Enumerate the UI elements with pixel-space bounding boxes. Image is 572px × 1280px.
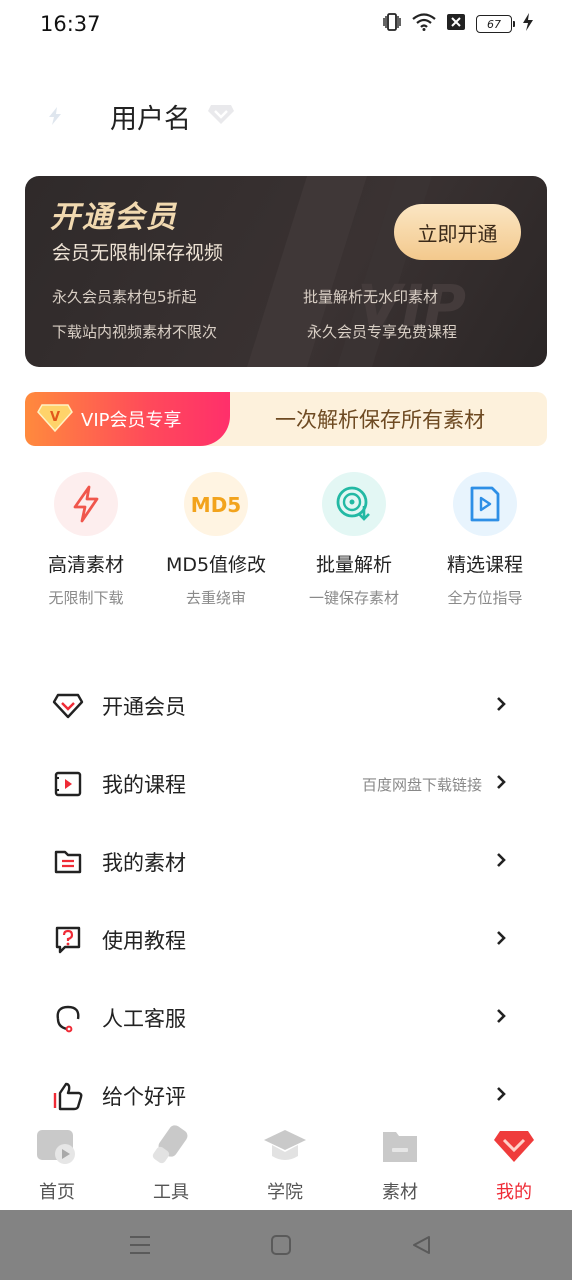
graduation-cap-icon: [261, 1124, 309, 1168]
chevron-right-icon: [497, 697, 506, 711]
feature-grid: 高清素材 无限制下载 MD5 MD5值修改 去重绕审 批量解析 一键保存素材 精…: [0, 470, 572, 620]
vip-card[interactable]: VIP 开通会员 会员无限制保存视频 立即开通 永久会员素材包5折起 批量解析无…: [25, 176, 547, 367]
md5-icon: MD5: [184, 472, 248, 536]
folder-tab-icon: [376, 1124, 424, 1168]
menu-label: 人工客服: [102, 1007, 186, 1031]
menu-item-activate-vip[interactable]: 开通会员: [0, 666, 572, 744]
bottom-tab-bar: 首页 工具 学院 素材 我的: [0, 1118, 572, 1210]
menu-label: 我的课程: [102, 773, 186, 797]
lightning-icon: [54, 472, 118, 536]
headset-icon: [52, 1002, 84, 1034]
status-bar: 16:37 67: [0, 0, 572, 52]
feature-title: 批量解析: [315, 554, 392, 576]
video-course-icon: [453, 472, 517, 536]
feature-subtitle: 无限制下载: [48, 589, 124, 607]
tab-label: 素材: [382, 1182, 418, 1203]
tab-label: 首页: [39, 1182, 75, 1203]
feature-subtitle: 一键保存素材: [308, 589, 399, 607]
menu-item-tutorial[interactable]: 使用教程: [0, 900, 572, 978]
vip-banner-text: 一次解析保存所有素材: [275, 408, 485, 432]
wifi-icon: [412, 13, 436, 35]
tab-academy[interactable]: 学院: [240, 1124, 330, 1204]
activate-now-button[interactable]: 立即开通: [394, 204, 521, 260]
svg-text:MD5: MD5: [191, 493, 241, 517]
menu-label: 给个好评: [102, 1085, 186, 1109]
charging-icon: [522, 13, 534, 35]
feature-title: 精选课程: [446, 554, 523, 576]
menu-item-my-courses[interactable]: 我的课程 百度网盘下载链接: [0, 744, 572, 822]
status-icons: 67: [382, 13, 534, 35]
feature-courses[interactable]: 精选课程 全方位指导: [415, 470, 555, 608]
menu-item-customer-service[interactable]: 人工客服: [0, 978, 572, 1056]
tab-home[interactable]: 首页: [12, 1124, 102, 1204]
vip-exclusive-label: VIP会员专享: [81, 410, 182, 431]
vibrate-icon: [382, 13, 402, 35]
back-icon[interactable]: [408, 1232, 434, 1258]
tab-materials[interactable]: 素材: [355, 1124, 445, 1204]
tab-label: 我的: [496, 1182, 532, 1203]
menu-item-my-materials[interactable]: 我的素材: [0, 822, 572, 900]
home-button-icon[interactable]: [268, 1232, 294, 1258]
avatar[interactable]: [40, 101, 70, 131]
feature-md5[interactable]: MD5 MD5值修改 去重绕审: [146, 470, 286, 608]
feature-title: MD5值修改: [165, 554, 267, 576]
chevron-right-icon: [497, 931, 506, 945]
profile-header[interactable]: 用户名: [40, 92, 235, 140]
tab-tools[interactable]: 工具: [126, 1124, 216, 1204]
vip-exclusive-tag: V VIP会员专享: [25, 392, 230, 446]
menu-label: 我的素材: [102, 851, 186, 875]
feature-batch-parse[interactable]: 批量解析 一键保存素材: [284, 470, 424, 608]
home-video-icon: [33, 1124, 81, 1168]
feature-hd-material[interactable]: 高清素材 无限制下载: [16, 470, 156, 608]
feature-title: 高清素材: [47, 554, 124, 576]
vip-feature: 永久会员素材包5折起: [52, 288, 197, 306]
tab-label: 学院: [267, 1182, 303, 1203]
thumbs-up-icon: [52, 1080, 84, 1112]
eraser-icon: [147, 1124, 195, 1168]
chevron-right-icon: [497, 853, 506, 867]
menu-icon[interactable]: [127, 1232, 153, 1258]
vip-exclusive-banner[interactable]: V VIP会员专享 一次解析保存所有素材: [25, 392, 547, 446]
tab-mine[interactable]: 我的: [469, 1124, 559, 1204]
vip-card-subtitle: 会员无限制保存视频: [52, 242, 224, 264]
menu-label: 使用教程: [102, 929, 186, 953]
feature-subtitle: 全方位指导: [447, 589, 523, 607]
diamond-icon: [52, 690, 84, 722]
chevron-right-icon: [497, 1009, 506, 1023]
diamond-tab-icon: [490, 1124, 538, 1168]
username[interactable]: 用户名: [110, 97, 191, 136]
vip-badge-icon: V: [37, 401, 73, 437]
menu-label: 开通会员: [102, 695, 186, 719]
feature-subtitle: 去重绕审: [185, 589, 246, 607]
svg-text:V: V: [50, 410, 60, 425]
chevron-right-icon: [497, 775, 506, 789]
sim-blocked-icon: [446, 13, 466, 35]
disc-download-icon: [322, 472, 386, 536]
tab-label: 工具: [153, 1182, 189, 1203]
battery-icon: 67: [476, 15, 515, 33]
vip-feature: 永久会员专享免费课程: [307, 323, 458, 341]
video-icon: [52, 768, 84, 800]
folder-icon: [52, 846, 84, 878]
vip-card-title: 开通会员: [50, 200, 178, 235]
vip-feature: 下载站内视频素材不限次: [52, 323, 218, 341]
system-nav-bar: [0, 1210, 572, 1280]
menu-extra-text: 百度网盘下载链接: [361, 776, 482, 794]
question-icon: [52, 924, 84, 956]
vip-diamond-icon: [207, 102, 235, 130]
status-time: 16:37: [40, 12, 101, 36]
vip-feature: 批量解析无水印素材: [303, 288, 439, 306]
chevron-right-icon: [497, 1087, 506, 1101]
menu-list: 开通会员 我的课程 百度网盘下载链接 我的素材 使用教程 人工客服 给个好评: [0, 666, 572, 1134]
